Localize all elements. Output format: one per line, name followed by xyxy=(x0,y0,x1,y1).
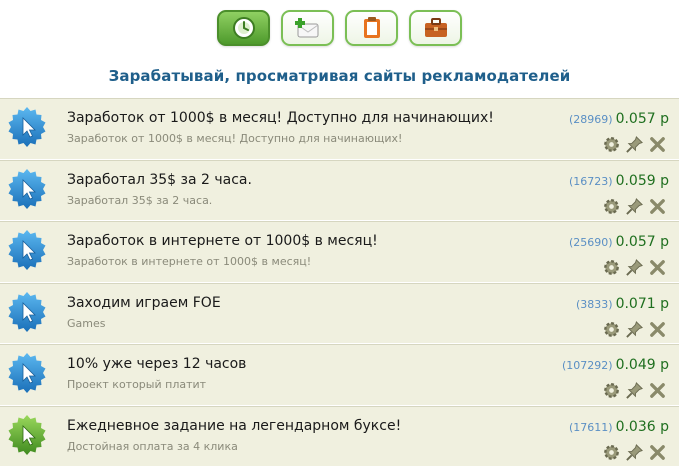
ad-meta: (107292) 0.049 р xyxy=(562,357,669,373)
view-count: (16723) xyxy=(569,174,613,188)
gear-icon[interactable] xyxy=(602,443,621,462)
ad-title[interactable]: Заработок от 1000$ в месяц! Доступно для… xyxy=(67,110,494,126)
cursor-badge-icon[interactable] xyxy=(6,168,48,210)
close-icon[interactable] xyxy=(648,381,667,400)
close-icon[interactable] xyxy=(648,258,667,277)
ad-meta: (25690) 0.057 р xyxy=(569,234,669,250)
price: 0.057 р xyxy=(615,234,669,250)
gear-icon[interactable] xyxy=(602,197,621,216)
view-count: (3833) xyxy=(576,297,613,311)
row-actions xyxy=(602,443,667,462)
row-actions xyxy=(602,381,667,400)
row-actions xyxy=(602,197,667,216)
cursor-badge-icon[interactable] xyxy=(6,106,48,148)
ad-meta: (3833) 0.071 р xyxy=(576,296,669,312)
list-item[interactable]: Заработок от 1000$ в месяц! Доступно для… xyxy=(0,98,679,160)
toolbar xyxy=(0,10,679,46)
list-item[interactable]: Заработок в интернете от 1000$ в месяц! … xyxy=(0,221,679,283)
list-item[interactable]: Заработал 35$ за 2 часа. Заработал 35$ з… xyxy=(0,159,679,221)
price: 0.059 р xyxy=(615,172,669,189)
pin-icon[interactable] xyxy=(625,197,644,216)
ad-title[interactable]: Заходим играем FOE xyxy=(67,295,221,311)
row-actions xyxy=(602,258,667,277)
pin-icon[interactable] xyxy=(625,381,644,400)
ad-subtitle: Заработок от 1000$ в месяц! Доступно для… xyxy=(67,132,403,145)
pin-icon[interactable] xyxy=(625,320,644,339)
ad-title[interactable]: Заработок в интернете от 1000$ в месяц! xyxy=(67,233,378,249)
cursor-badge-icon[interactable] xyxy=(6,291,48,333)
gear-icon[interactable] xyxy=(602,320,621,339)
page-title: Зарабатывай, просматривая сайты рекламод… xyxy=(108,67,571,85)
gear-icon[interactable] xyxy=(602,381,621,400)
pin-icon[interactable] xyxy=(625,443,644,462)
gear-icon[interactable] xyxy=(602,258,621,277)
tab-mail-tasks[interactable] xyxy=(281,10,334,46)
price: 0.071 р xyxy=(615,295,669,312)
view-count: (17611) xyxy=(569,420,613,434)
gear-icon[interactable] xyxy=(602,135,621,154)
ad-subtitle: Проект который платит xyxy=(67,378,207,391)
close-icon[interactable] xyxy=(648,320,667,339)
ad-subtitle: Games xyxy=(67,316,106,330)
cursor-badge-icon[interactable] xyxy=(6,414,48,456)
price: 0.057 р xyxy=(615,111,669,127)
ad-subtitle: Заработал 35$ за 2 часа. xyxy=(67,193,213,207)
ad-subtitle: Заработок в интернете от 1000$ в месяц! xyxy=(67,255,312,268)
clipboard-icon xyxy=(363,17,380,38)
price: 0.049 р xyxy=(615,357,669,373)
view-count: (25690) xyxy=(569,236,613,249)
row-actions xyxy=(602,135,667,154)
ad-title[interactable]: Заработал 35$ за 2 часа. xyxy=(67,172,252,188)
row-actions xyxy=(602,320,667,339)
clock-mouse-icon xyxy=(232,17,255,39)
cursor-badge-icon[interactable] xyxy=(6,352,48,394)
ad-title[interactable]: Ежедневное задание на легендарном буксе! xyxy=(67,418,401,434)
add-mail-icon xyxy=(294,18,318,38)
pin-icon[interactable] xyxy=(625,135,644,154)
price: 0.036 р xyxy=(615,418,669,435)
list-item[interactable]: 10% уже через 12 часов Проект который пл… xyxy=(0,344,679,406)
tab-tests[interactable] xyxy=(345,10,398,46)
ads-list: Заработок от 1000$ в месяц! Доступно для… xyxy=(0,98,679,467)
ad-subtitle: Достойная оплата за 4 клика xyxy=(67,439,238,453)
pin-icon[interactable] xyxy=(625,258,644,277)
ad-meta: (17611) 0.036 р xyxy=(569,419,669,435)
close-icon[interactable] xyxy=(648,135,667,154)
ad-title[interactable]: 10% уже через 12 часов xyxy=(67,356,246,372)
briefcase-icon xyxy=(424,18,447,37)
ad-meta: (16723) 0.059 р xyxy=(569,173,669,189)
tab-surfing[interactable] xyxy=(217,10,270,46)
tab-tasks[interactable] xyxy=(409,10,462,46)
view-count: (28969) xyxy=(569,113,613,126)
list-item[interactable]: Ежедневное задание на легендарном буксе!… xyxy=(0,405,679,467)
ad-meta: (28969) 0.057 р xyxy=(569,111,669,127)
list-item[interactable]: Заходим играем FOE Games (3833) 0.071 р xyxy=(0,282,679,344)
close-icon[interactable] xyxy=(648,443,667,462)
view-count: (107292) xyxy=(562,359,613,372)
cursor-badge-icon[interactable] xyxy=(6,229,48,271)
close-icon[interactable] xyxy=(648,197,667,216)
